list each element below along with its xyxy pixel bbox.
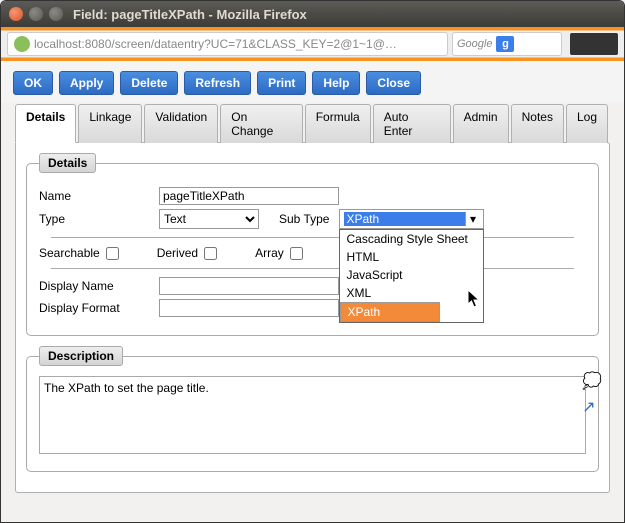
- search-box[interactable]: Google g: [452, 32, 562, 56]
- window-maximize-button[interactable]: [49, 7, 63, 21]
- searchable-label: Searchable: [39, 246, 100, 260]
- browser-window: Field: pageTitleXPath - Mozilla Firefox …: [0, 0, 625, 523]
- search-placeholder: Google: [457, 38, 492, 50]
- action-toolbar: OK Apply Delete Refresh Print Help Close: [1, 61, 624, 103]
- note-icon[interactable]: 💭: [582, 371, 602, 391]
- subtype-dropdown: Cascading Style Sheet HTML JavaScript XM…: [339, 229, 484, 323]
- ok-button[interactable]: OK: [13, 71, 53, 95]
- subtype-option-html[interactable]: HTML: [340, 248, 483, 266]
- divider: [51, 237, 574, 238]
- refresh-button[interactable]: Refresh: [184, 71, 251, 95]
- window-close-button[interactable]: [9, 7, 23, 21]
- name-input[interactable]: [159, 187, 339, 205]
- tab-linkage[interactable]: Linkage: [78, 104, 142, 143]
- window-minimize-button[interactable]: [29, 7, 43, 21]
- tab-notes[interactable]: Notes: [511, 104, 564, 143]
- description-textarea[interactable]: The XPath to set the page title.: [39, 376, 586, 454]
- site-badge: [570, 33, 618, 55]
- derived-label: Derived: [157, 246, 198, 260]
- description-legend: Description: [39, 346, 123, 366]
- tab-onchange[interactable]: On Change: [220, 104, 302, 143]
- type-select[interactable]: Text: [159, 209, 259, 229]
- globe-icon: [14, 36, 30, 52]
- searchable-checkbox[interactable]: [106, 247, 119, 260]
- window-title: Field: pageTitleXPath - Mozilla Firefox: [73, 7, 307, 22]
- subtype-label: Sub Type: [279, 212, 329, 226]
- print-button[interactable]: Print: [257, 71, 306, 95]
- description-fieldset: Description The XPath to set the page ti…: [26, 346, 599, 472]
- tab-autoenter[interactable]: Auto Enter: [373, 104, 451, 143]
- derived-checkbox[interactable]: [204, 247, 217, 260]
- tab-log[interactable]: Log: [566, 104, 608, 143]
- array-label: Array: [255, 246, 284, 260]
- window-controls: [9, 7, 63, 21]
- subtype-select[interactable]: XPath ▾: [339, 209, 484, 229]
- apply-button[interactable]: Apply: [59, 71, 114, 95]
- array-checkbox[interactable]: [290, 247, 303, 260]
- subtype-option-xml[interactable]: XML: [340, 284, 483, 302]
- url-field[interactable]: localhost:8080/screen/dataentry?UC=71&CL…: [7, 32, 448, 56]
- name-label: Name: [39, 189, 159, 203]
- tab-validation[interactable]: Validation: [144, 104, 218, 143]
- tab-bar: Details Linkage Validation On Change For…: [1, 104, 624, 143]
- tab-admin[interactable]: Admin: [453, 104, 509, 143]
- url-text: localhost:8080/screen/dataentry?UC=71&CL…: [34, 37, 397, 51]
- type-label: Type: [39, 212, 159, 226]
- display-format-label: Display Format: [39, 301, 159, 315]
- details-fieldset: Details Name Type Text Sub Type XPath ▾: [26, 153, 599, 336]
- display-format-input[interactable]: [159, 299, 339, 317]
- google-icon: g: [496, 36, 514, 52]
- display-name-input[interactable]: [159, 277, 339, 295]
- subtype-option-js[interactable]: JavaScript: [340, 266, 483, 284]
- details-legend: Details: [39, 153, 96, 173]
- help-button[interactable]: Help: [312, 71, 360, 95]
- close-button[interactable]: Close: [366, 71, 421, 95]
- tab-formula[interactable]: Formula: [305, 104, 371, 143]
- chevron-down-icon: ▾: [465, 212, 479, 226]
- delete-button[interactable]: Delete: [120, 71, 178, 95]
- divider: [51, 268, 574, 269]
- side-icons: 💭 ↗: [582, 371, 602, 417]
- tab-panel: Details Name Type Text Sub Type XPath ▾: [15, 142, 610, 493]
- subtype-option-xpath[interactable]: XPath: [340, 302, 440, 322]
- subtype-option-css[interactable]: Cascading Style Sheet: [340, 230, 483, 248]
- display-name-label: Display Name: [39, 279, 159, 293]
- expand-icon[interactable]: ↗: [582, 397, 602, 417]
- url-bar: localhost:8080/screen/dataentry?UC=71&CL…: [1, 27, 624, 61]
- tab-details[interactable]: Details: [15, 104, 76, 143]
- subtype-value: XPath: [344, 212, 465, 226]
- titlebar: Field: pageTitleXPath - Mozilla Firefox: [1, 1, 624, 27]
